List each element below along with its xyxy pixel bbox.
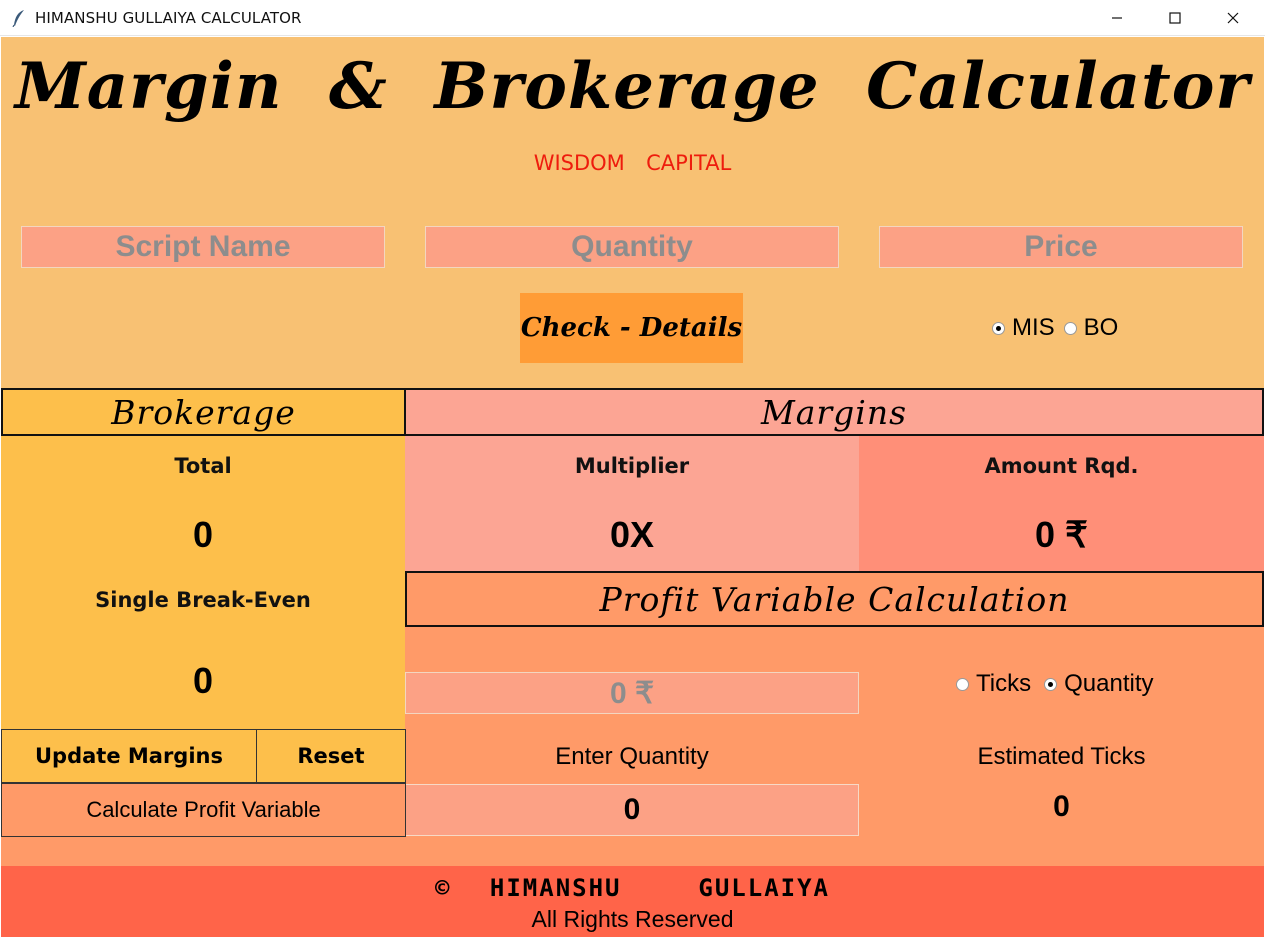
quantity-radio-label: Quantity — [1064, 670, 1154, 697]
mis-radio[interactable] — [992, 321, 1005, 335]
breakeven-value: 0 — [192, 660, 214, 701]
close-icon — [1227, 12, 1239, 24]
price-input[interactable]: Price — [879, 226, 1243, 268]
breakeven-label: Single Break-Even — [95, 588, 311, 612]
bo-radio-label: BO — [1083, 314, 1119, 341]
ticks-radio-label: Ticks — [976, 670, 1032, 697]
profit-mode-radio-group: Ticks Quantity — [956, 669, 1163, 699]
window-title: HIMANSHU GULLAIYA CALCULATOR — [35, 9, 302, 27]
brokerage-total-value: 0 — [192, 514, 214, 555]
maximize-button[interactable] — [1146, 0, 1204, 36]
rights-text: All Rights Reserved — [531, 906, 734, 932]
estimated-ticks-label: Estimated Ticks — [977, 743, 1146, 770]
estimated-ticks-value: 0 — [1053, 790, 1070, 823]
margins-header: Margins — [404, 388, 1264, 436]
page-title: Margin & Brokerage Calculator — [14, 49, 1251, 124]
update-margins-button[interactable]: Update Margins — [1, 729, 257, 783]
footer: © HIMANSHU GULLAIYA All Rights Reserved — [1, 866, 1264, 937]
enter-quantity-input[interactable]: 0 — [405, 784, 859, 836]
multiplier-value: 0X — [609, 514, 655, 555]
maximize-icon — [1169, 12, 1181, 24]
script-name-input[interactable]: Script Name — [21, 226, 385, 268]
brokerage-header: Brokerage — [1, 388, 406, 436]
company-subtitle: WISDOM CAPITAL — [533, 151, 732, 175]
calculate-profit-variable-button[interactable]: Calculate Profit Variable — [1, 783, 406, 837]
window-titlebar: HIMANSHU GULLAIYA CALCULATOR — [0, 0, 1265, 36]
ticks-radio[interactable] — [956, 677, 969, 691]
profit-amount-input[interactable]: 0 ₹ — [405, 672, 859, 714]
reset-button[interactable]: Reset — [256, 729, 406, 783]
mis-radio-label: MIS — [1012, 314, 1055, 341]
minimize-icon — [1112, 17, 1122, 19]
app-body: Margin & Brokerage Calculator WISDOM CAP… — [1, 37, 1264, 937]
close-button[interactable] — [1204, 0, 1262, 36]
amount-required-label: Amount Rqd. — [984, 454, 1139, 478]
bo-radio[interactable] — [1063, 321, 1077, 335]
brokerage-total-label: Total — [174, 454, 232, 478]
copyright-text: © HIMANSHU GULLAIYA — [435, 874, 830, 902]
enter-quantity-label: Enter Quantity — [555, 743, 709, 770]
amount-required-value: 0 ₹ — [1035, 514, 1088, 555]
quantity-radio[interactable] — [1044, 677, 1058, 691]
check-details-button[interactable]: Check - Details — [520, 293, 743, 363]
profit-variable-header: Profit Variable Calculation — [405, 571, 1264, 627]
feather-icon — [12, 9, 26, 28]
order-type-radio-group: MIS BO — [992, 313, 1127, 343]
quantity-input[interactable]: Quantity — [425, 226, 839, 268]
minimize-button[interactable] — [1088, 0, 1146, 36]
multiplier-label: Multiplier — [574, 454, 690, 478]
